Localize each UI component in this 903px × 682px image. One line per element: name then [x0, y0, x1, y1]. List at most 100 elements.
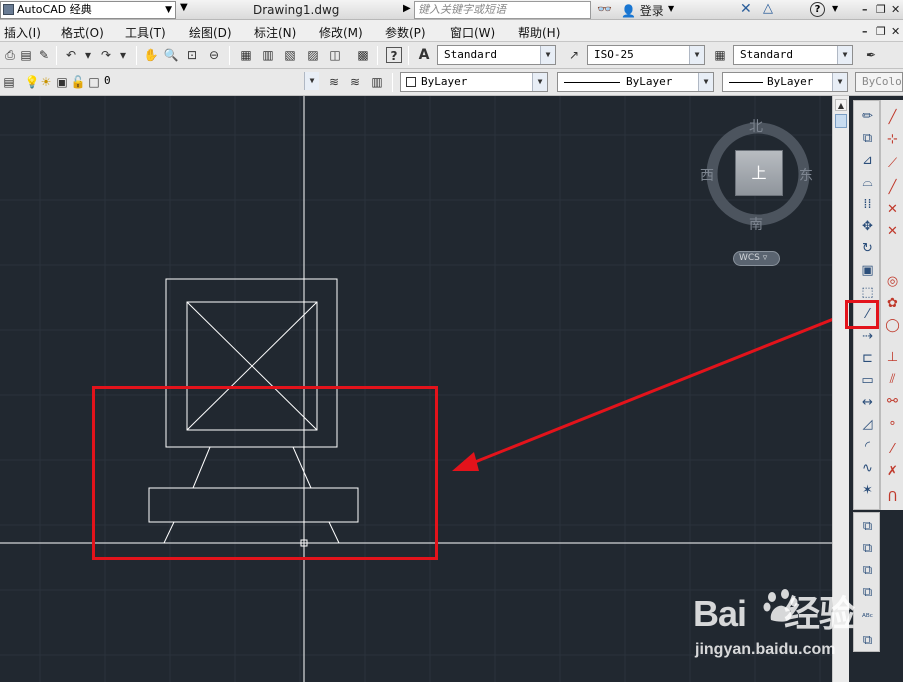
chevron-down-icon[interactable]: ▾ — [80, 47, 96, 63]
exchange-apps-icon[interactable]: ✕ — [740, 1, 752, 17]
chevron-down-icon[interactable]: ▼ — [540, 46, 555, 64]
chevron-down-icon[interactable]: ▼ — [532, 73, 547, 91]
join-icon[interactable]: ↔ — [858, 393, 877, 412]
circle-icon[interactable]: ◎ — [883, 272, 902, 291]
wcs-menu-button[interactable]: WCS ▿ — [733, 251, 780, 266]
send-to-back-icon[interactable]: ⧉ — [858, 539, 877, 558]
line-icon[interactable]: ╱ — [883, 108, 902, 127]
explode-icon[interactable]: ✶ — [858, 481, 877, 500]
play-arrow-icon[interactable]: ▶ — [403, 3, 411, 14]
menu-tools[interactable]: 工具(T) — [125, 24, 166, 41]
fillet-icon[interactable]: ◜ — [858, 437, 877, 456]
chevron-down-icon[interactable]: ▾ — [115, 47, 131, 63]
restore-drawing-icon[interactable]: ❐ — [876, 25, 886, 38]
bring-above-icon[interactable]: ⧉ — [858, 561, 877, 580]
make-current-layer-icon[interactable]: ≋ — [326, 74, 342, 90]
sun-icon[interactable]: ☀ — [38, 74, 54, 90]
arc-icon[interactable]: ✕ — [883, 222, 902, 241]
break-at-point-icon[interactable]: ⊏ — [858, 349, 877, 368]
dimension-style-icon[interactable]: ↗ — [566, 47, 582, 63]
layer-previous-icon[interactable]: ≋ — [347, 74, 363, 90]
menu-modify[interactable]: 修改(M) — [319, 24, 363, 41]
erase-icon[interactable]: ✏ — [858, 107, 877, 126]
break-icon[interactable]: ▭ — [858, 371, 877, 390]
copy-icon[interactable]: ⧉ — [858, 129, 877, 148]
layer-properties-icon[interactable]: ▤ — [1, 74, 17, 90]
binoculars-icon[interactable]: 👓 — [597, 2, 612, 16]
bring-to-front-icon[interactable]: ⧉ — [858, 517, 877, 536]
blend-curves-icon[interactable]: ∿ — [858, 459, 877, 478]
chevron-down-icon[interactable]: ▼ — [837, 46, 852, 64]
move-icon[interactable]: ✥ — [858, 217, 877, 236]
mirror-icon[interactable]: ⊿ — [858, 151, 877, 170]
markup-icon[interactable]: ◫ — [327, 47, 343, 63]
array-icon[interactable]: ⁞⁞ — [858, 195, 877, 214]
autocad-app-icon[interactable] — [3, 4, 14, 15]
zoom-previous-icon[interactable]: ⊖ — [206, 47, 222, 63]
minimize-window-icon[interactable]: – — [862, 3, 868, 16]
ellipse-arc-icon[interactable]: ⫽ — [883, 370, 902, 389]
region-icon[interactable]: ✗ — [883, 462, 902, 481]
menu-help[interactable]: 帮助(H) — [518, 24, 560, 41]
menu-parametric[interactable]: 参数(P) — [385, 24, 426, 41]
pan-icon[interactable]: ✋ — [143, 47, 159, 63]
menu-window[interactable]: 窗口(W) — [450, 24, 495, 41]
compass-east[interactable]: 东 — [799, 165, 813, 185]
extend-tool-icon[interactable]: ⇢ — [858, 327, 877, 346]
text-style-icon[interactable]: A — [416, 47, 432, 63]
layer-state-icon[interactable]: ▥ — [369, 74, 385, 90]
compass-south[interactable]: 南 — [749, 214, 763, 234]
undo-icon[interactable]: ↶ — [63, 47, 79, 63]
chevron-down-icon[interactable]: ▼ — [832, 4, 838, 13]
help-icon[interactable]: ? — [810, 2, 825, 17]
zoom-realtime-icon[interactable]: 🔍 — [163, 47, 179, 63]
publish-icon[interactable]: ▤ — [18, 47, 34, 63]
sheet-set-icon[interactable]: ▨ — [305, 47, 321, 63]
spline-icon[interactable]: ◯ — [883, 316, 902, 335]
menu-dimension[interactable]: 标注(N) — [254, 24, 296, 41]
freeze-viewport-icon[interactable]: ▣ — [54, 74, 70, 90]
scroll-thumb[interactable] — [835, 114, 847, 128]
quick-access-more-icon[interactable]: ▼ — [180, 2, 188, 13]
multileader-style-icon[interactable]: ✒ — [863, 47, 879, 63]
help-icon[interactable]: ? — [386, 47, 402, 63]
revision-cloud-icon[interactable]: ✿ — [883, 294, 902, 313]
help-search-input[interactable]: 键入关键字或短语 — [414, 1, 591, 19]
linetype-control-select[interactable]: ByLayer ▼ — [557, 72, 714, 92]
color-control-select[interactable]: ByLayer ▼ — [400, 72, 548, 92]
chevron-down-icon[interactable]: ▼ — [832, 73, 847, 91]
chevron-down-icon[interactable]: ▼ — [668, 4, 674, 13]
zoom-window-icon[interactable]: ⊡ — [184, 47, 200, 63]
design-center-icon[interactable]: ▥ — [260, 47, 276, 63]
redo-icon[interactable]: ↷ — [98, 47, 114, 63]
chevron-down-icon[interactable]: ▼ — [304, 72, 319, 90]
menu-insert[interactable]: 插入(I) — [4, 24, 41, 41]
rotate-icon[interactable]: ↻ — [858, 239, 877, 258]
scroll-up-icon[interactable]: ▲ — [835, 99, 847, 111]
hatch-icon[interactable]: ⁄ — [883, 440, 902, 459]
plotstyle-control-select[interactable]: ByColor — [855, 72, 903, 92]
magnet-icon[interactable]: Ո — [883, 488, 902, 507]
insert-block-icon[interactable]: ⚯ — [883, 392, 902, 411]
menu-format[interactable]: 格式(O) — [61, 24, 104, 41]
print-icon[interactable]: ⎙ — [2, 47, 18, 63]
a360-icon[interactable]: △ — [763, 1, 773, 16]
close-drawing-icon[interactable]: ✕ — [891, 25, 900, 38]
properties-icon[interactable]: ▦ — [238, 47, 254, 63]
layer-select[interactable]: 0 ▼ — [98, 72, 319, 92]
lock-icon[interactable]: 🔓 — [70, 74, 86, 90]
chevron-down-icon[interactable]: ▼ — [689, 46, 704, 64]
offset-icon[interactable]: ⌓ — [858, 173, 877, 192]
point-icon[interactable]: ∘ — [883, 414, 902, 433]
scale-icon[interactable]: ▣ — [858, 261, 877, 280]
restore-window-icon[interactable]: ❐ — [876, 3, 886, 16]
table-style-select[interactable]: Standard ▼ — [733, 45, 853, 65]
chevron-down-icon[interactable]: ▼ — [165, 2, 172, 18]
menu-draw[interactable]: 绘图(D) — [189, 24, 232, 41]
compass-west[interactable]: 西 — [700, 165, 714, 185]
rectangle-icon[interactable]: ✕ — [883, 200, 902, 219]
compass-north[interactable]: 北 — [749, 116, 763, 136]
construction-line-icon[interactable]: ⊹ — [883, 130, 902, 149]
polyline-icon[interactable]: ⟋ — [883, 154, 902, 173]
tool-palettes-icon[interactable]: ▧ — [282, 47, 298, 63]
